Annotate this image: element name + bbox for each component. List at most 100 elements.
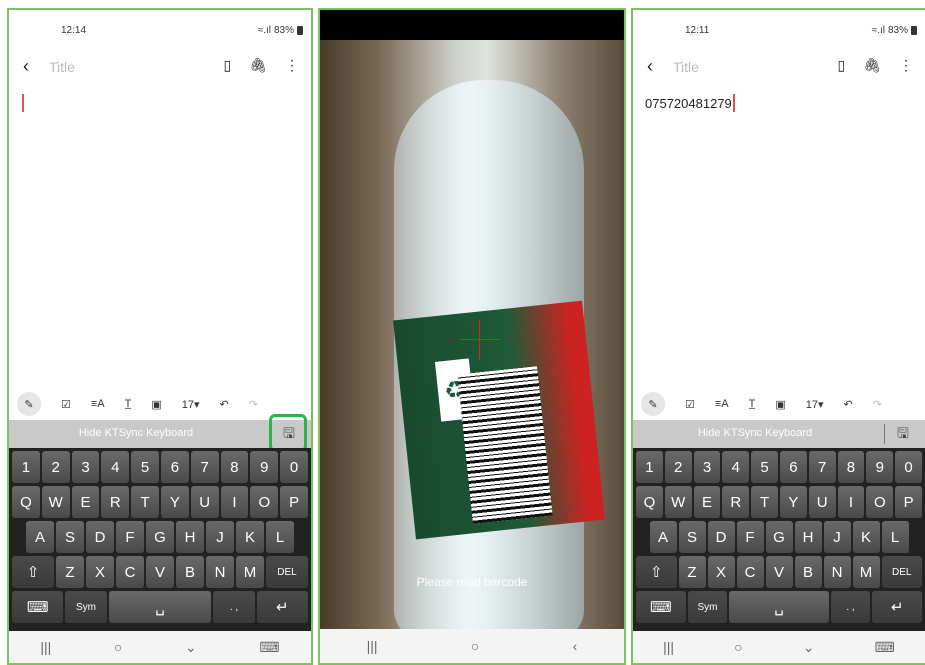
- sym-key[interactable]: Sym: [65, 591, 107, 623]
- note-body[interactable]: [21, 94, 24, 112]
- key[interactable]: 8: [220, 451, 249, 483]
- camera-preview[interactable]: ♻ Please read barcode: [320, 40, 624, 640]
- title-input[interactable]: Title: [49, 59, 75, 75]
- sym-key[interactable]: Sym: [687, 591, 728, 623]
- key[interactable]: 5: [131, 451, 159, 483]
- redo-icon[interactable]: ↷: [873, 398, 882, 411]
- text-style-icon[interactable]: ≡A: [91, 398, 105, 410]
- key[interactable]: L: [881, 521, 909, 553]
- key[interactable]: Q: [636, 486, 663, 518]
- key[interactable]: P: [280, 486, 308, 518]
- key[interactable]: 6: [779, 451, 807, 483]
- undo-icon[interactable]: ↶: [220, 398, 229, 411]
- recents-icon[interactable]: |||: [663, 639, 674, 655]
- more-options-icon[interactable]: ⋮: [285, 57, 299, 74]
- checklist-icon[interactable]: ☑: [61, 398, 71, 411]
- key[interactable]: C: [736, 556, 764, 588]
- key[interactable]: T: [751, 486, 778, 518]
- space-key[interactable]: ␣: [108, 591, 212, 623]
- key[interactable]: Y: [779, 486, 807, 518]
- key[interactable]: N: [823, 556, 851, 588]
- redo-icon[interactable]: ↷: [249, 398, 258, 411]
- key[interactable]: 2: [41, 451, 70, 483]
- handwriting-icon[interactable]: ✎: [17, 392, 41, 416]
- key[interactable]: 8: [837, 451, 865, 483]
- key[interactable]: A: [26, 521, 54, 553]
- key[interactable]: S: [678, 521, 706, 553]
- key[interactable]: 9: [250, 451, 279, 483]
- key[interactable]: I: [220, 486, 249, 518]
- key[interactable]: F: [116, 521, 144, 553]
- key[interactable]: K: [852, 521, 880, 553]
- key[interactable]: 3: [693, 451, 721, 483]
- font-size-select[interactable]: 17▾: [182, 398, 200, 411]
- note-body[interactable]: 075720481279: [645, 94, 735, 112]
- key[interactable]: G: [765, 521, 793, 553]
- key[interactable]: M: [236, 556, 264, 588]
- back-icon[interactable]: ‹: [647, 56, 653, 77]
- key[interactable]: 2: [664, 451, 692, 483]
- key[interactable]: X: [86, 556, 114, 588]
- recents-icon[interactable]: |||: [40, 639, 51, 655]
- shift-key[interactable]: ⇧: [12, 556, 54, 588]
- key[interactable]: 3: [71, 451, 100, 483]
- text-format-icon[interactable]: T̲: [125, 398, 132, 410]
- key[interactable]: 7: [190, 451, 219, 483]
- key[interactable]: P: [895, 486, 922, 518]
- key[interactable]: J: [823, 521, 851, 553]
- key[interactable]: B: [176, 556, 204, 588]
- home-icon[interactable]: ○: [114, 639, 122, 655]
- key[interactable]: R: [101, 486, 130, 518]
- back-icon[interactable]: ‹: [23, 56, 29, 77]
- undo-icon[interactable]: ↶: [844, 398, 853, 411]
- enter-key[interactable]: ↵: [256, 591, 308, 623]
- key[interactable]: F: [736, 521, 764, 553]
- key[interactable]: U: [808, 486, 836, 518]
- keyboard-icon[interactable]: ⌨: [259, 639, 279, 656]
- delete-key[interactable]: DEL: [266, 556, 308, 588]
- key[interactable]: 1: [12, 451, 40, 483]
- enter-key[interactable]: ↵: [872, 591, 922, 623]
- key[interactable]: C: [116, 556, 144, 588]
- key[interactable]: G: [146, 521, 174, 553]
- text-style-icon[interactable]: ≡A: [715, 398, 729, 410]
- key[interactable]: T: [131, 486, 159, 518]
- text-box-icon[interactable]: ▣: [775, 398, 785, 411]
- recents-icon[interactable]: |||: [367, 638, 378, 654]
- barcode-scanner-icon[interactable]: 🖫: [889, 424, 917, 446]
- hide-keyboard-icon[interactable]: ⌄: [185, 639, 197, 656]
- more-options-icon[interactable]: ⋮: [899, 57, 913, 74]
- hide-ktsync-keyboard-button[interactable]: Hide KTSync Keyboard: [9, 427, 263, 439]
- key[interactable]: Y: [160, 486, 189, 518]
- key[interactable]: D: [707, 521, 735, 553]
- key[interactable]: 5: [751, 451, 778, 483]
- attach-icon[interactable]: 🖇: [863, 57, 881, 74]
- key[interactable]: V: [146, 556, 174, 588]
- shift-key[interactable]: ⇧: [636, 556, 677, 588]
- key[interactable]: I: [837, 486, 865, 518]
- key[interactable]: D: [86, 521, 114, 553]
- key[interactable]: K: [236, 521, 264, 553]
- key[interactable]: 6: [160, 451, 189, 483]
- hide-ktsync-keyboard-button[interactable]: Hide KTSync Keyboard: [633, 427, 877, 439]
- key[interactable]: 0: [895, 451, 922, 483]
- key[interactable]: B: [794, 556, 822, 588]
- key[interactable]: U: [190, 486, 219, 518]
- title-input[interactable]: Title: [673, 59, 699, 75]
- back-nav-icon[interactable]: ‹: [573, 638, 578, 654]
- key[interactable]: S: [56, 521, 84, 553]
- key[interactable]: 1: [636, 451, 663, 483]
- key[interactable]: X: [707, 556, 735, 588]
- key[interactable]: 4: [722, 451, 750, 483]
- text-box-icon[interactable]: ▣: [151, 398, 161, 411]
- key[interactable]: V: [765, 556, 793, 588]
- attach-icon[interactable]: 🖇: [249, 57, 267, 74]
- checklist-icon[interactable]: ☑: [685, 398, 695, 411]
- key[interactable]: 4: [101, 451, 130, 483]
- keyboard-icon[interactable]: ⌨: [875, 639, 895, 656]
- key[interactable]: 0: [280, 451, 308, 483]
- handwriting-icon[interactable]: ✎: [641, 392, 665, 416]
- space-key[interactable]: ␣: [729, 591, 829, 623]
- key[interactable]: R: [722, 486, 750, 518]
- punctuation-key[interactable]: . ,: [830, 591, 871, 623]
